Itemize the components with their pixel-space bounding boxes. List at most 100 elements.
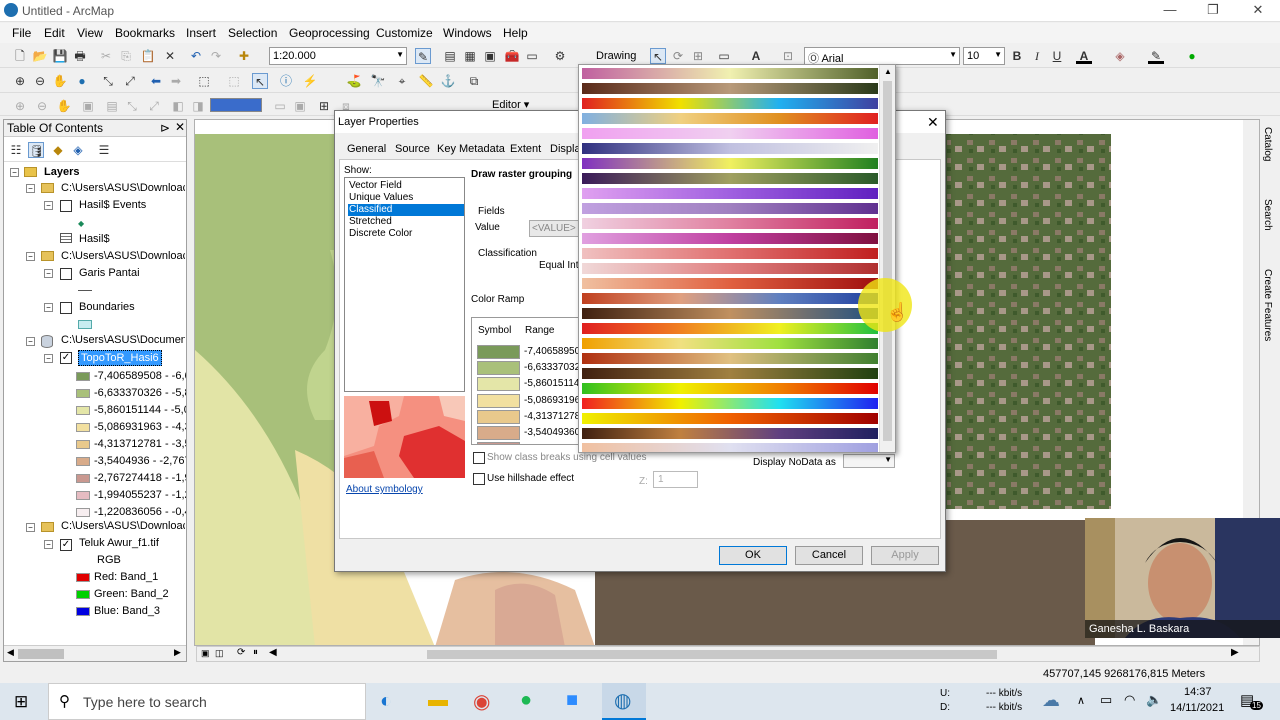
- class-symbol[interactable]: [477, 377, 520, 392]
- drawing-menu[interactable]: Drawing: [596, 50, 636, 62]
- wifi-icon[interactable]: ◠: [1124, 692, 1135, 708]
- expand-group[interactable]: −: [26, 523, 35, 532]
- color-ramp-option[interactable]: [582, 308, 878, 319]
- layout-view-icon[interactable]: ▣: [201, 648, 210, 659]
- list-by-visibility-icon[interactable]: ◆: [50, 142, 66, 158]
- measure-icon[interactable]: 📏: [418, 73, 434, 89]
- new-text-icon[interactable]: A: [748, 48, 764, 64]
- layout-zoom-in-icon[interactable]: ⊕: [12, 98, 28, 114]
- scroll-up-icon[interactable]: ▲: [884, 67, 892, 76]
- class-range[interactable]: -7,40658950: [524, 346, 580, 357]
- color-ramp-option[interactable]: [582, 203, 878, 214]
- menu-geoprocessing[interactable]: Geoprocessing: [289, 26, 370, 40]
- python-icon[interactable]: ▭: [524, 48, 540, 64]
- line-color-icon[interactable]: ✎: [1148, 48, 1164, 64]
- color-ramp-option[interactable]: [582, 428, 878, 439]
- menu-file[interactable]: File: [12, 26, 31, 40]
- class-label[interactable]: -1,994055237 - -1,2: [94, 489, 186, 501]
- class-symbol[interactable]: [477, 442, 520, 444]
- close-button[interactable]: ✕: [1248, 2, 1268, 20]
- text-callout-icon[interactable]: ⊡: [780, 48, 796, 64]
- battery-icon[interactable]: ▭: [1100, 692, 1112, 708]
- color-ramp-option[interactable]: [582, 323, 878, 334]
- tab-key-metadata[interactable]: Key Metadata: [437, 143, 505, 155]
- zoom-percent-combo[interactable]: [210, 98, 262, 112]
- scroll-left-icon[interactable]: ◀: [7, 647, 14, 658]
- show-hidden-icons[interactable]: ∧: [1077, 694, 1085, 707]
- toc-options-icon[interactable]: ☰: [96, 142, 112, 158]
- class-label[interactable]: -3,5404936 - -2,767: [94, 455, 186, 467]
- class-swatch[interactable]: [76, 457, 90, 466]
- tab-general[interactable]: General: [347, 143, 386, 155]
- renderer-stretched[interactable]: Stretched: [348, 216, 464, 228]
- pause-icon[interactable]: ⏸: [253, 647, 258, 658]
- color-ramp-option[interactable]: [582, 188, 878, 199]
- layer-checkbox[interactable]: ✓: [60, 539, 72, 551]
- color-ramp-option[interactable]: [582, 248, 878, 259]
- apply-button[interactable]: Apply: [871, 546, 939, 565]
- zoom-in-icon[interactable]: ⊕: [12, 73, 28, 89]
- bold-button[interactable]: B: [1009, 48, 1025, 64]
- group-path[interactable]: C:\Users\ASUS\Downloac: [61, 182, 185, 194]
- layer-checkbox[interactable]: [60, 302, 72, 314]
- renderer-unique-values[interactable]: Unique Values: [348, 192, 464, 204]
- clear-selection-icon[interactable]: ⬚: [226, 73, 242, 89]
- color-ramp-option[interactable]: [582, 293, 878, 304]
- about-symbology-link[interactable]: About symbology: [346, 484, 423, 495]
- rectangle-icon[interactable]: ▭: [716, 48, 732, 64]
- maximize-button[interactable]: ❐: [1203, 2, 1223, 20]
- scroll-thumb[interactable]: [18, 649, 64, 659]
- layer-checkbox[interactable]: ✓: [60, 352, 72, 364]
- find-route-icon[interactable]: ⛳: [346, 73, 362, 89]
- forward-icon[interactable]: ➡: [168, 73, 184, 89]
- layout-full-icon[interactable]: ▣: [80, 98, 96, 114]
- weather-icon[interactable]: ☁: [1042, 690, 1060, 711]
- class-swatch[interactable]: [76, 508, 90, 517]
- class-range[interactable]: -5,08693196: [524, 395, 580, 406]
- list-by-source-icon[interactable]: 🛢: [28, 142, 44, 158]
- minimize-button[interactable]: —: [1160, 2, 1180, 20]
- windows-start-icon[interactable]: ⊞: [14, 692, 28, 712]
- class-swatch[interactable]: [76, 474, 90, 483]
- toc-hscrollbar[interactable]: ◀ ▶: [4, 645, 186, 661]
- class-label[interactable]: -5,860151144 - -5,0: [94, 404, 186, 416]
- paste-icon[interactable]: 📋: [140, 48, 156, 64]
- save-icon[interactable]: 💾: [52, 48, 68, 64]
- layout-fixed-in-icon[interactable]: ⤡: [124, 98, 140, 114]
- fixed-zoom-out-icon[interactable]: ⤢: [122, 73, 138, 89]
- class-swatch[interactable]: [76, 491, 90, 500]
- arcmap-taskbar-button[interactable]: ◍: [602, 683, 646, 720]
- ok-button[interactable]: OK: [719, 546, 787, 565]
- model-builder-icon[interactable]: ⚙: [552, 48, 568, 64]
- class-label[interactable]: -2,767274418 - -1,9: [94, 472, 186, 484]
- color-ramp-option[interactable]: [582, 413, 878, 424]
- chrome-icon[interactable]: ◉: [473, 689, 490, 714]
- class-symbol[interactable]: [477, 393, 520, 408]
- go-to-xy-icon[interactable]: ⌖: [394, 73, 410, 89]
- expand-group[interactable]: −: [26, 337, 35, 346]
- menu-edit[interactable]: Edit: [44, 26, 65, 40]
- delete-icon[interactable]: ✕: [162, 48, 178, 64]
- class-symbol[interactable]: [477, 361, 520, 376]
- find-icon[interactable]: 🔭: [370, 73, 386, 89]
- class-range[interactable]: -3,54049360: [524, 427, 580, 438]
- file-explorer-icon[interactable]: ▬: [428, 689, 448, 712]
- color-ramp-option[interactable]: [582, 233, 878, 244]
- editor-toolbar-icon[interactable]: ✎: [415, 48, 431, 64]
- class-table[interactable]: Symbol Range -7,40658950 -6,63337032 -5,86…: [471, 317, 581, 445]
- focus-frame-icon[interactable]: ▣: [292, 98, 308, 114]
- color-ramp-option[interactable]: [582, 128, 878, 139]
- italic-button[interactable]: I: [1029, 48, 1045, 64]
- map-hscrollbar[interactable]: ▣ ◫ ⟳ ⏸ ◀ ▶: [196, 646, 1260, 662]
- class-swatch[interactable]: [76, 423, 90, 432]
- catalog-icon[interactable]: ▦: [462, 48, 478, 64]
- add-data-icon[interactable]: ✚: [236, 48, 252, 64]
- tab-source[interactable]: Source: [395, 143, 430, 155]
- expand-layer[interactable]: −: [44, 201, 53, 210]
- color-ramp-option[interactable]: [582, 83, 878, 94]
- class-swatch[interactable]: [76, 406, 90, 415]
- list-by-selection-icon[interactable]: ◈: [70, 142, 86, 158]
- color-ramp-option[interactable]: [582, 368, 878, 379]
- group-path[interactable]: C:\Users\ASUS\Documen: [61, 334, 185, 346]
- pin-icon[interactable]: ⊳: [160, 121, 170, 135]
